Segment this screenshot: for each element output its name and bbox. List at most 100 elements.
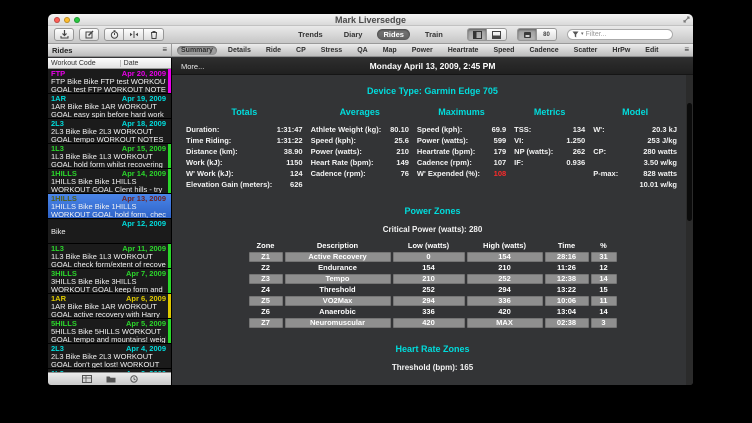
ride-list-item[interactable]: FTPApr 20, 2009FTP Bike Bike FTP test WO…	[48, 69, 171, 94]
tab-details[interactable]: Details	[224, 46, 255, 55]
summary-column-totals: TotalsDuration:1:31:47Time Riding:1:31:2…	[186, 107, 303, 190]
ride-list-item[interactable]: 5HILLSApr 5, 20095HILLS Bike 5HILLS WORK…	[48, 319, 171, 344]
stat-label: CP:	[593, 146, 606, 157]
tabbed-view-button[interactable]	[517, 28, 537, 41]
toolbar-tab-diary[interactable]: Diary	[338, 29, 369, 40]
tab-scatter[interactable]: Scatter	[570, 46, 602, 55]
stat-label: W':	[593, 124, 604, 135]
folder-icon[interactable]	[106, 375, 116, 383]
tab-summary[interactable]: Summary	[177, 46, 217, 55]
tab-cadence[interactable]: Cadence	[525, 46, 562, 55]
ride-item-header: 1ARApr 6, 2009	[51, 295, 166, 303]
stat-label: P-max:	[593, 168, 618, 179]
more-button[interactable]: More...	[181, 62, 204, 71]
summary-stat-row: Elevation Gain (meters):626	[186, 179, 303, 190]
filter-placeholder: Filter...	[586, 31, 607, 38]
zoom-window-button[interactable]	[74, 17, 80, 23]
tab-speed[interactable]: Speed	[489, 46, 518, 55]
ride-list-item[interactable]: 1HILLSApr 13, 20091HILLS Bike Bike 1HILL…	[48, 194, 171, 219]
summary-stat-row: TSS:134	[514, 124, 585, 135]
ride-color-stripe	[168, 144, 171, 168]
tab-map[interactable]: Map	[379, 46, 401, 55]
zone-cell: Z3	[249, 274, 283, 284]
ride-date: Apr 4, 2009	[126, 345, 166, 353]
tab-hrpw[interactable]: HrPw	[608, 46, 634, 55]
stat-value: 108	[490, 168, 507, 179]
tab-power[interactable]: Power	[408, 46, 437, 55]
ride-item-header: 1HILLSApr 13, 2009	[51, 195, 166, 203]
zone-cell: Z2	[249, 263, 283, 273]
tab-qa[interactable]: QA	[353, 46, 372, 55]
toolbar-tab-train[interactable]: Train	[419, 29, 449, 40]
sidebar-menu-icon[interactable]: ≡	[162, 46, 167, 54]
scrollbar-track[interactable]	[686, 75, 693, 385]
ride-list-item[interactable]: 1ARApr 19, 20091AR Bike Bike 1AR WORKOUT…	[48, 94, 171, 119]
ride-date: Apr 19, 2009	[122, 95, 166, 103]
toggle-bottom-panel-button[interactable]	[487, 28, 507, 41]
ride-navigation-strip: More... Monday April 13, 2009, 2:45 PM	[172, 58, 693, 75]
toolbar-tab-rides[interactable]: Rides	[377, 29, 409, 40]
ride-workout-code: 1AR	[51, 295, 66, 303]
chart-menu-icon[interactable]: ≡	[684, 46, 689, 54]
tab-stress[interactable]: Stress	[317, 46, 346, 55]
toggle-sidebar-button[interactable]	[467, 28, 487, 41]
summary-scroll-area[interactable]: Device Type: Garmin Edge 705 TotalsDurat…	[172, 75, 693, 385]
tab-ride[interactable]: Ride	[262, 46, 285, 55]
ride-description-line: 1AR Bike Bike 1AR WORKOUT	[51, 303, 166, 311]
ride-list-item[interactable]: 3HILLSApr 7, 20093HILLS Bike Bike 3HILLS…	[48, 269, 171, 294]
ride-workout-code: FTP	[51, 70, 65, 78]
ride-list-item[interactable]: 2L3Apr 18, 20092L3 Bike Bike 2L3 WORKOUT…	[48, 119, 171, 144]
app-window: Mark Liversedge	[48, 14, 693, 385]
column-workout-code[interactable]: Workout Code	[48, 60, 120, 67]
table-view-icon[interactable]	[82, 375, 92, 383]
power-zones-heading: Power Zones	[172, 206, 693, 216]
stat-value: 599	[490, 135, 507, 146]
stat-label: IF:	[514, 157, 523, 168]
ride-list-item[interactable]: 1HILLSApr 14, 20091HILLS Bike Bike 1HILL…	[48, 169, 171, 194]
summary-stat-row: Speed (kph):69.9	[417, 124, 506, 135]
stat-value: 69.9	[488, 124, 507, 135]
zone-header-cell: Description	[285, 241, 391, 251]
summary-stat-row: VI:1.250	[514, 135, 585, 146]
zone-cell: 420	[393, 318, 465, 328]
stat-value: 1150	[282, 157, 302, 168]
summary-stat-row: Cadence (rpm):76	[311, 168, 409, 179]
ride-list-item[interactable]: Apr 12, 2009Bike	[48, 219, 171, 244]
summary-stat-row: 10.01 w/kg	[593, 179, 677, 190]
summary-stat-row: 3.50 w/kg	[593, 157, 677, 168]
zone-cell: 3	[591, 318, 617, 328]
close-window-button[interactable]	[54, 17, 60, 23]
scrollbar-thumb[interactable]	[687, 103, 692, 221]
ride-list-item[interactable]: 1L3Apr 3, 2009	[48, 369, 171, 372]
minimize-window-button[interactable]	[64, 17, 70, 23]
ride-description-line: WORKOUT GOAL Clent hills - try	[51, 186, 166, 194]
tab-heartrate[interactable]: Heartrate	[444, 46, 483, 55]
tab-cp[interactable]: CP	[292, 46, 310, 55]
tab-edit[interactable]: Edit	[641, 46, 662, 55]
filter-input[interactable]: ▾ Filter...	[567, 29, 673, 40]
sidebar-title: Rides	[52, 46, 72, 55]
stat-value: 1.250	[562, 135, 585, 146]
ride-item-header: 2L3Apr 18, 2009	[51, 120, 166, 128]
traffic-lights	[54, 17, 80, 23]
ride-list-item[interactable]: 1ARApr 6, 20091AR Bike Bike 1AR WORKOUTG…	[48, 294, 171, 319]
summary-stat-row: Distance (km):38.90	[186, 146, 303, 157]
column-date[interactable]: Date	[120, 60, 171, 67]
ride-list-item[interactable]: 1L3Apr 15, 20091L3 Bike Bike 1L3 WORKOUT…	[48, 144, 171, 169]
summary-stat-row: Speed (kph):25.6	[311, 135, 409, 146]
ride-list-item[interactable]: 2L3Apr 4, 20092L3 Bike Bike 2L3 WORKOUTG…	[48, 344, 171, 369]
fullscreen-icon[interactable]	[683, 16, 690, 23]
toolbar-tab-trends[interactable]: Trends	[292, 29, 329, 40]
ride-description-line: GOAL hold form whilst recovering	[51, 161, 166, 169]
title-bar[interactable]: Mark Liversedge	[48, 14, 693, 26]
clock-icon[interactable]	[130, 375, 138, 383]
ride-list-item[interactable]: 1L3Apr 11, 20091L3 Bike Bike 1L3 WORKOUT…	[48, 244, 171, 269]
ride-description-line: GOAL active recovery with Harry	[51, 311, 166, 319]
tiled-view-button[interactable]: 80	[537, 28, 557, 41]
ride-description-line: WORKOUT GOAL hold form, check	[51, 211, 166, 219]
ride-list-header[interactable]: Workout Code Date	[48, 58, 171, 69]
chart-tab-bar: Rides ≡ Summary Details Ride CP Stress QA Map P…	[48, 44, 693, 57]
summary-column-model: ModelW':20.3 kJ253 J/kgCP:280 watts3.50 …	[593, 107, 677, 190]
stat-label: W' Work (kJ):	[186, 168, 233, 179]
stat-label: Power (watts):	[417, 135, 468, 146]
